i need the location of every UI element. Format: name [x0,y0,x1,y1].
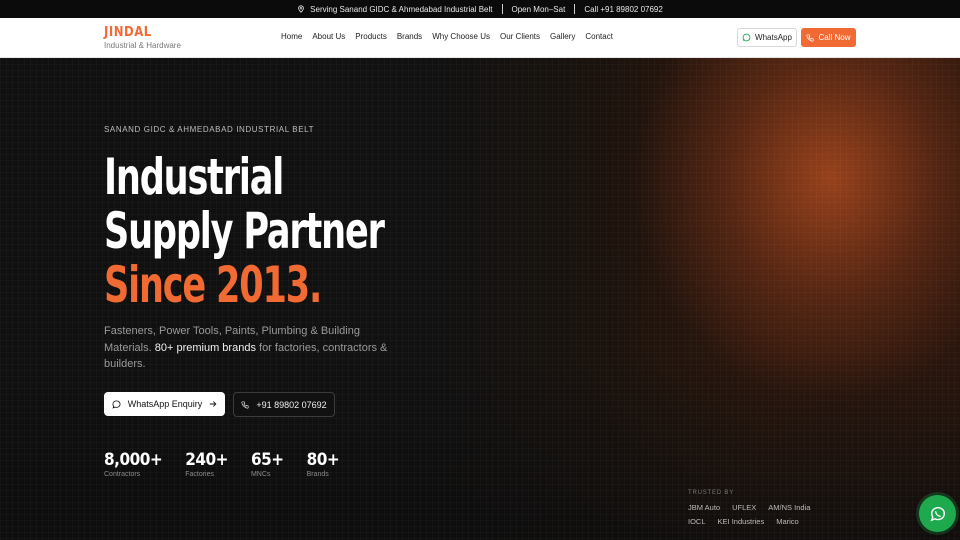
nav-menu: Home About Us Products Brands Why Choose… [281,32,618,41]
nav-item-why-choose-us[interactable]: Why Choose Us [427,32,495,41]
stat-label: Contractors [104,471,141,478]
trusted-brands-list: JBM Auto UFLEX AM/NS India IOCL KEI Indu… [688,503,848,526]
stat-label: MNCs [250,471,271,478]
phone-button-label: +91 89802 07692 [256,399,327,410]
phone-icon [241,400,249,409]
headline-accent: Since 2013. [104,256,322,314]
hero-eyebrow: SANAND GIDC & AHMEDABAD INDUSTRIAL BELT [104,125,315,134]
chat-bubble-icon [112,399,121,409]
location-text: Serving Sanand GIDC & Ahmedabad Industri… [310,4,493,14]
desc-highlight: 80+ premium brands [154,341,256,354]
call-now-label: Call Now [818,33,851,42]
stat-contractors: 8,000+ Contractors [104,450,163,479]
whatsapp-icon [929,506,945,521]
nav-item-about[interactable]: About Us [307,32,350,41]
stat-value: 8,000+ [104,450,163,470]
trusted-by-title: TRUSTED BY [688,490,735,496]
trusted-brand: UFLEX [732,503,757,512]
hero-section: SANAND GIDC & AHMEDABAD INDUSTRIAL BELT … [0,58,960,540]
stat-value: 65+ [250,450,284,470]
nav-item-clients[interactable]: Our Clients [495,32,545,41]
hero-description: Fasteners, Power Tools, Paints, Plumbing… [104,323,404,373]
trusted-brand: Marico [776,517,799,526]
whatsapp-button[interactable]: WhatsApp [737,28,797,47]
stat-brands: 80+ Brands [307,450,340,479]
call-now-button[interactable]: Call Now [801,28,856,47]
phone-button[interactable]: +91 89802 07692 [233,392,335,417]
headline-line-2: Supply Partner [104,202,385,260]
trusted-brand: JBM Auto [688,503,721,512]
nav-item-products[interactable]: Products [350,32,392,41]
stat-value: 80+ [306,450,340,470]
top-info-bar: Serving Sanand GIDC & Ahmedabad Industri… [0,0,960,18]
trusted-brand: AM/NS India [768,503,811,512]
nav-item-gallery[interactable]: Gallery [545,32,580,41]
stat-label: Factories [185,471,214,478]
trusted-brand: IOCL [688,517,706,526]
nav-item-contact[interactable]: Contact [580,32,618,41]
nav-item-brands[interactable]: Brands [392,32,427,41]
whatsapp-button-label: WhatsApp [755,33,792,42]
headline-line-1: Industrial [104,148,284,206]
main-navbar: JINDAL Industrial & Hardware Home About … [0,18,960,58]
whatsapp-enquiry-label: WhatsApp Enquiry [127,399,203,409]
stat-label: Brands [306,471,329,478]
phone-icon [806,33,815,42]
stat-value: 240+ [185,450,228,470]
nav-item-home[interactable]: Home [281,32,307,41]
location-info: Serving Sanand GIDC & Ahmedabad Industri… [288,5,501,14]
logo-subtitle: Industrial & Hardware [104,41,181,50]
logo-title: JINDAL [104,25,152,40]
whatsapp-enquiry-button[interactable]: WhatsApp Enquiry [104,392,225,416]
stat-factories: 240+ Factories [185,450,228,479]
floating-whatsapp-button[interactable] [919,495,956,532]
hero-headline: Industrial Supply Partner Since 2013. [104,148,385,314]
trusted-brand: KEI Industries [717,517,765,526]
arrow-right-icon [210,401,217,407]
stat-mncs: 65+ MNCs [251,450,284,479]
location-pin-icon [298,5,304,13]
hours-text: Open Mon–Sat [511,4,566,14]
stats-row: 8,000+ Contractors 240+ Factories 65+ MN… [104,450,362,479]
logo[interactable]: JINDAL Industrial & Hardware [104,26,181,51]
topbar-phone-link[interactable]: Call +91 89802 07692 [584,5,663,14]
trusted-by: TRUSTED BY JBM Auto UFLEX AM/NS India IO… [688,490,848,526]
whatsapp-icon [742,33,751,42]
